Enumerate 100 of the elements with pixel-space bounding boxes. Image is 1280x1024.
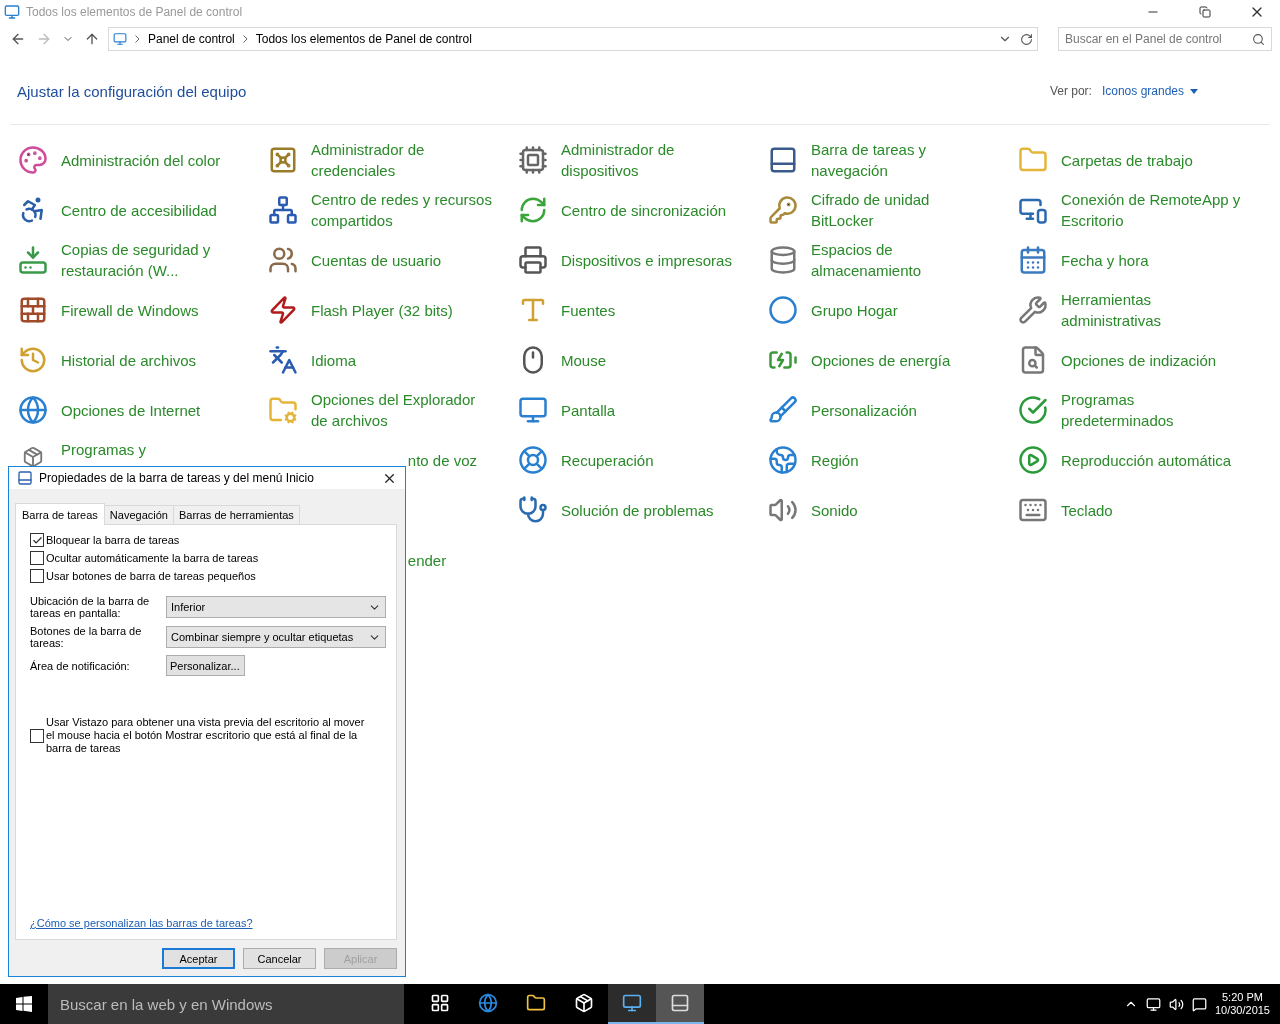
checkbox[interactable] <box>30 728 44 743</box>
dropdown[interactable]: Combinar siempre y ocultar etiquetas <box>166 626 386 648</box>
customize-button[interactable]: Personalizar... <box>166 655 245 676</box>
control-panel-item[interactable]: Reproducción automática <box>1015 435 1265 485</box>
dialog-button[interactable]: Cancelar <box>243 948 316 969</box>
control-panel-item[interactable]: Carpetas de trabajo <box>1015 135 1265 185</box>
monitor-icon <box>518 395 548 425</box>
folder-icon <box>526 993 546 1013</box>
control-panel-item[interactable]: Personalización <box>765 385 1015 435</box>
language-icon <box>268 345 298 375</box>
control-panel-item[interactable]: Teclado <box>1015 485 1265 535</box>
backup-icon <box>18 245 48 275</box>
control-panel-item[interactable]: Pantalla <box>515 385 765 435</box>
field-label: Ubicación de la barra de tareas en pantalla: <box>30 595 151 619</box>
control-panel-item[interactable]: Espacios de almacenamiento <box>765 235 1015 285</box>
tools-icon <box>1018 295 1048 325</box>
checkbox[interactable] <box>30 533 44 547</box>
folder-icon <box>268 395 298 425</box>
control-panel-item[interactable]: Herramientas administrativas <box>1015 285 1265 335</box>
palette-icon <box>18 145 48 175</box>
control-panel-item[interactable]: Firewall de Windows <box>15 285 265 335</box>
control-panel-item[interactable]: Idioma <box>265 335 515 385</box>
checkbox[interactable] <box>30 551 44 565</box>
control-panel-item[interactable]: Centro de redes y recursos compartidos <box>265 185 515 235</box>
package-icon <box>22 446 44 468</box>
storage-icon <box>768 245 798 275</box>
dialog-button[interactable]: Aceptar <box>162 948 235 969</box>
safe-icon <box>268 145 298 175</box>
control-panel-item[interactable]: Recuperación <box>515 435 765 485</box>
control-panel-item[interactable]: Fecha y hora <box>1015 235 1265 285</box>
control-panel-item[interactable]: Grupo Hogar <box>765 285 1015 335</box>
control-panel-item[interactable]: Administrador de dispositivos <box>515 135 765 185</box>
chevron-icon <box>135 35 140 43</box>
control-panel-item[interactable]: Dispositivos e impresoras <box>515 235 765 285</box>
page-heading: Ajustar la configuración del equipo <box>17 82 247 100</box>
control-panel-item[interactable]: Solución de problemas <box>515 485 765 535</box>
checkbox-label: Ocultar automáticamente la barra de tareas <box>46 551 259 565</box>
search-field[interactable]: Buscar en el Panel de control <box>1058 27 1272 51</box>
control-panel-item[interactable]: Fuentes <box>515 285 765 335</box>
device-icon <box>518 145 548 175</box>
volume-icon[interactable] <box>1168 996 1184 1012</box>
network-icon <box>268 195 298 225</box>
control-panel-item[interactable]: Mouse <box>515 335 765 385</box>
store-icon <box>574 993 594 1013</box>
brick-wall-icon <box>18 295 48 325</box>
control-panel-item[interactable]: Opciones de energía <box>765 335 1015 385</box>
control-panel-item[interactable]: Flash Player (32 bits) <box>265 285 515 335</box>
search-field[interactable]: Buscar en la web y en Windows <box>48 984 404 1024</box>
calendar-icon <box>1018 245 1048 275</box>
taskbar-app-button[interactable] <box>608 984 656 1024</box>
control-panel-item[interactable]: Sonido <box>765 485 1015 535</box>
breadcrumb[interactable]: Todos los elementos de Panel de control <box>255 32 472 46</box>
flash-icon <box>268 295 298 325</box>
checkbox-label: Bloquear la barra de tareas <box>46 533 180 547</box>
control-panel-item[interactable]: Centro de accesibilidad <box>15 185 265 235</box>
control-panel-item[interactable]: Administrador de credenciales <box>265 135 515 185</box>
control-panel-item[interactable]: Opciones del Explorador de archivos <box>265 385 515 435</box>
task-view-icon <box>430 993 450 1013</box>
address-bar[interactable]: Panel de control Todos los elementos de Panel de control <box>108 27 1038 51</box>
control-panel-item[interactable]: Barra de tareas y navegación <box>765 135 1015 185</box>
control-panel-icon <box>622 993 642 1013</box>
control-panel-item[interactable]: Opciones de indización <box>1015 335 1265 385</box>
taskbar-icon <box>768 145 798 175</box>
view-dropdown[interactable]: Iconos grandes <box>1101 84 1198 98</box>
tab[interactable]: Barras de herramientas <box>172 505 300 525</box>
network-icon[interactable] <box>1145 996 1161 1012</box>
control-panel-item[interactable]: Historial de archivos <box>15 335 265 385</box>
help-link[interactable]: ¿Cómo se personalizan las barras de tareas? <box>30 917 386 929</box>
history-icon <box>18 345 48 375</box>
field-label: Botones de la barra de tareas: <box>30 625 143 649</box>
control-panel-icon <box>113 32 127 46</box>
dialog-title: Propiedades de la barra de tareas y del menú Inicio <box>39 471 315 485</box>
control-panel-item[interactable]: Conexión de RemoteApp y Escritorio <box>1015 185 1265 235</box>
globe-icon <box>768 445 798 475</box>
control-panel-item[interactable]: Copias de seguridad y restauración (W... <box>15 235 265 285</box>
control-panel-item[interactable]: Cifrado de unidad BitLocker <box>765 185 1015 235</box>
taskbar-settings-icon <box>17 470 33 486</box>
brush-icon <box>768 395 798 425</box>
printer-icon <box>518 245 548 275</box>
globe-icon <box>18 395 48 425</box>
control-panel-item[interactable]: Programas predeterminados <box>1015 385 1265 435</box>
check-icon <box>1018 395 1048 425</box>
refresh-icon[interactable] <box>1020 32 1033 46</box>
control-panel-item[interactable]: Opciones de Internet <box>15 385 265 435</box>
window-title: Todos los elementos de Panel de control <box>26 5 244 19</box>
recovery-icon <box>518 445 548 475</box>
checkbox-label: Usar Vistazo para obtener una vista previa del escritorio al mover el mouse hacia el botón Mostrar escritorio que está al final de la barra de tareas <box>46 716 366 755</box>
notifications-icon[interactable] <box>1191 996 1207 1012</box>
play-icon <box>1018 445 1048 475</box>
control-panel-item[interactable]: Administración del color <box>15 135 265 185</box>
browser-icon <box>478 993 498 1013</box>
checkbox[interactable] <box>30 569 44 583</box>
control-panel-item[interactable]: Centro de sincronización <box>515 185 765 235</box>
control-panel-item[interactable]: Cuentas de usuario <box>265 235 515 285</box>
breadcrumb[interactable]: Panel de control <box>148 32 235 46</box>
control-panel-item[interactable]: Región <box>765 435 1015 485</box>
dropdown[interactable]: Inferior <box>166 596 386 618</box>
checkbox-label: Usar botones de barra de tareas pequeños <box>46 569 256 583</box>
tab[interactable]: Barra de tareas <box>15 503 105 525</box>
clock[interactable]: 5:20 PM 10/30/2015 <box>1214 991 1270 1017</box>
